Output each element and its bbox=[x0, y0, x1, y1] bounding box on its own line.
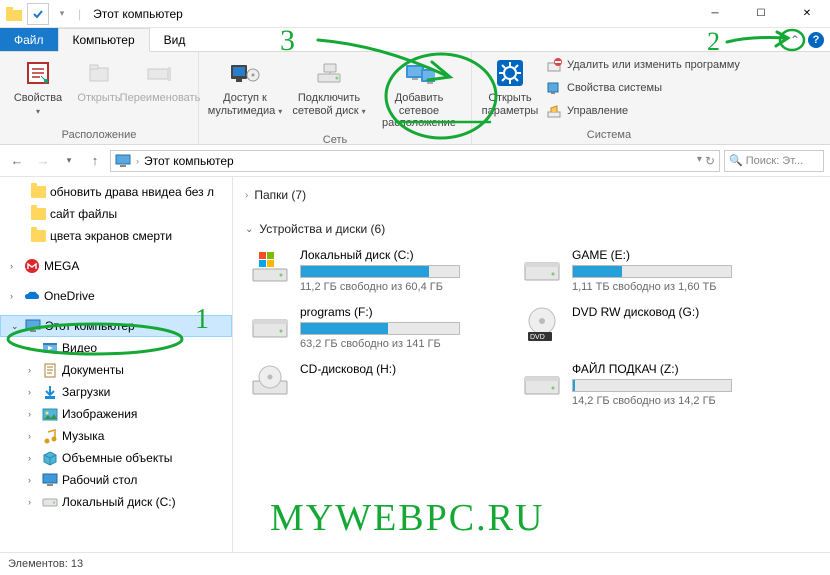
breadcrumb-text[interactable]: Этот компьютер bbox=[144, 154, 234, 168]
uninstall-program-button[interactable]: Удалить или изменить программу bbox=[546, 55, 740, 75]
status-item-count: Элементов: 13 bbox=[8, 558, 83, 570]
tree-item[interactable]: ›Документы bbox=[0, 359, 232, 381]
separator: | bbox=[75, 7, 84, 21]
drive-item[interactable]: programs (F:)63,2 ГБ свободно из 141 ГБ bbox=[245, 302, 497, 353]
drive-item[interactable]: Локальный диск (C:)11,2 ГБ свободно из 6… bbox=[245, 245, 497, 296]
devices-section-header[interactable]: ⌄Устройства и диски (6) bbox=[245, 219, 818, 239]
tree-item[interactable]: ›Музыка bbox=[0, 425, 232, 447]
drive-icon bbox=[248, 248, 292, 288]
tree-mega[interactable]: ›MEGA bbox=[0, 255, 232, 277]
address-bar[interactable]: › Этот компьютер ▾ ↻ bbox=[110, 150, 720, 172]
content-pane: ›Папки (7) ⌄Устройства и диски (6) Локал… bbox=[233, 177, 830, 574]
window-controls: ─ ☐ ✕ bbox=[692, 0, 830, 28]
tree-item[interactable]: ›Локальный диск (C:) bbox=[0, 491, 232, 513]
ribbon: Свойства▾ Открыть Переименовать Располож… bbox=[0, 52, 830, 145]
quick-access-toolbar: ▾ | bbox=[0, 3, 87, 25]
forward-button[interactable]: → bbox=[32, 150, 54, 172]
tab-view[interactable]: Вид bbox=[150, 28, 200, 51]
tree-folder[interactable]: обновить драва нвидеа без л bbox=[0, 181, 232, 203]
maximize-button[interactable]: ☐ bbox=[738, 0, 784, 28]
tree-onedrive[interactable]: ›OneDrive bbox=[0, 285, 232, 307]
help-icon[interactable]: ? bbox=[808, 32, 824, 48]
ribbon-tabs: Файл Компьютер Вид ⌃ ? bbox=[0, 28, 830, 52]
title-bar: ▾ | Этот компьютер ─ ☐ ✕ bbox=[0, 0, 830, 28]
properties-button[interactable]: Свойства▾ bbox=[6, 55, 70, 119]
drive-item[interactable]: GAME (E:)1,11 ТБ свободно из 1,60 ТБ bbox=[517, 245, 769, 296]
tab-computer[interactable]: Компьютер bbox=[58, 28, 150, 52]
group-system-label: Система bbox=[478, 127, 740, 142]
map-network-drive-button[interactable]: Подключить сетевой диск ▾ bbox=[289, 55, 369, 119]
tree-this-pc[interactable]: ⌄Этот компьютер bbox=[0, 315, 232, 337]
drive-icon bbox=[248, 362, 292, 402]
drive-icon bbox=[520, 248, 564, 288]
tree-folder[interactable]: цвета экранов смерти bbox=[0, 225, 232, 247]
drive-item[interactable]: CD-дисковод (H:) bbox=[245, 359, 497, 410]
group-location-label: Расположение bbox=[6, 127, 192, 142]
address-dropdown-button[interactable]: ▾ bbox=[697, 154, 702, 168]
drive-icon: DVD bbox=[520, 305, 564, 345]
open-button[interactable]: Открыть bbox=[74, 55, 124, 107]
up-button[interactable]: ↑ bbox=[84, 150, 106, 172]
close-button[interactable]: ✕ bbox=[784, 0, 830, 28]
window-title: Этот компьютер bbox=[87, 7, 183, 21]
tree-item[interactable]: ›Видео bbox=[0, 337, 232, 359]
ribbon-collapse-icon[interactable]: ⌃ bbox=[790, 33, 800, 47]
add-network-location-button[interactable]: Добавить сетевое расположение bbox=[373, 55, 465, 132]
minimize-button[interactable]: ─ bbox=[692, 0, 738, 28]
drive-icon bbox=[520, 362, 564, 402]
qat-dropdown[interactable]: ▾ bbox=[51, 3, 73, 25]
back-button[interactable]: ← bbox=[6, 150, 28, 172]
status-bar: Элементов: 13 bbox=[0, 552, 830, 575]
folder-icon bbox=[3, 3, 25, 25]
folders-section-header[interactable]: ›Папки (7) bbox=[245, 185, 818, 205]
tree-item[interactable]: ›Загрузки bbox=[0, 381, 232, 403]
qat-checkbox[interactable] bbox=[27, 3, 49, 25]
navigation-tree[interactable]: обновить драва нвидеа без лсайт файлыцве… bbox=[0, 177, 233, 574]
address-bar-row: ← → ▾ ↑ › Этот компьютер ▾ ↻ 🔍 Поиск: Эт… bbox=[0, 145, 830, 177]
this-pc-icon bbox=[115, 153, 131, 169]
tree-item[interactable]: ›Объемные объекты bbox=[0, 447, 232, 469]
drive-icon bbox=[248, 305, 292, 345]
drive-item[interactable]: DVDDVD RW дисковод (G:) bbox=[517, 302, 769, 353]
search-icon: 🔍 bbox=[729, 154, 743, 167]
system-properties-button[interactable]: Свойства системы bbox=[546, 78, 740, 98]
refresh-button[interactable]: ↻ bbox=[705, 154, 715, 168]
tab-file[interactable]: Файл bbox=[0, 28, 58, 51]
tree-item[interactable]: ›Изображения bbox=[0, 403, 232, 425]
open-settings-button[interactable]: Открыть параметры bbox=[478, 55, 542, 119]
drive-item[interactable]: ФАЙЛ ПОДКАЧ (Z:)14,2 ГБ свободно из 14,2… bbox=[517, 359, 769, 410]
media-access-button[interactable]: Доступ к мультимедиа ▾ bbox=[205, 55, 285, 119]
search-placeholder: Поиск: Эт... bbox=[746, 155, 804, 167]
group-network-label: Сеть bbox=[205, 132, 465, 147]
svg-text:DVD: DVD bbox=[530, 334, 545, 341]
rename-button[interactable]: Переименовать bbox=[128, 55, 192, 107]
recent-locations-dropdown[interactable]: ▾ bbox=[58, 150, 80, 172]
tree-folder[interactable]: сайт файлы bbox=[0, 203, 232, 225]
search-box[interactable]: 🔍 Поиск: Эт... bbox=[724, 150, 824, 172]
tree-item[interactable]: ›Рабочий стол bbox=[0, 469, 232, 491]
manage-button[interactable]: Управление bbox=[546, 101, 740, 121]
